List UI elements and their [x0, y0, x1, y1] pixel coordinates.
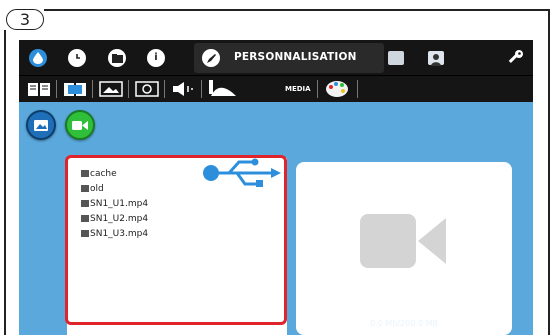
brush-icon: [202, 49, 220, 67]
images-button[interactable]: [26, 110, 56, 140]
highlight-box: [65, 155, 287, 325]
step-callout: 3: [6, 9, 44, 30]
folder-icon[interactable]: [108, 49, 126, 67]
screen-icon[interactable]: [135, 79, 159, 99]
media-icon[interactable]: [208, 79, 238, 99]
preview-panel: [296, 162, 512, 335]
storage-capacity: 0.0 Mb/200.0 MB: [370, 319, 438, 328]
image-icon[interactable]: [99, 79, 123, 99]
palette-icon[interactable]: [325, 79, 349, 99]
video-camera-icon: [360, 214, 446, 268]
media-tab-label[interactable]: MEDIA: [285, 85, 311, 93]
callout-frame-top: [44, 9, 549, 11]
camera-icon: [72, 120, 88, 130]
active-tab-label: PERSONNALISATION: [234, 51, 357, 63]
top-menu-bar: i PERSONNALISATION: [19, 40, 533, 76]
key-icon[interactable]: [505, 48, 525, 68]
speaker-icon[interactable]: [171, 79, 197, 99]
info-icon[interactable]: i: [147, 49, 165, 67]
person-icon[interactable]: [428, 51, 444, 66]
sub-menu-bar: MEDIA: [19, 76, 533, 102]
book-icon[interactable]: [27, 79, 51, 99]
clock-icon[interactable]: [68, 49, 86, 67]
videos-button[interactable]: [65, 110, 95, 140]
drop-icon[interactable]: [29, 49, 47, 67]
image-icon: [34, 119, 48, 131]
callout-frame-right: [548, 9, 550, 335]
book-open-icon[interactable]: [63, 79, 87, 99]
callout-frame-left: [4, 30, 6, 335]
monitor-icon[interactable]: [388, 51, 404, 65]
